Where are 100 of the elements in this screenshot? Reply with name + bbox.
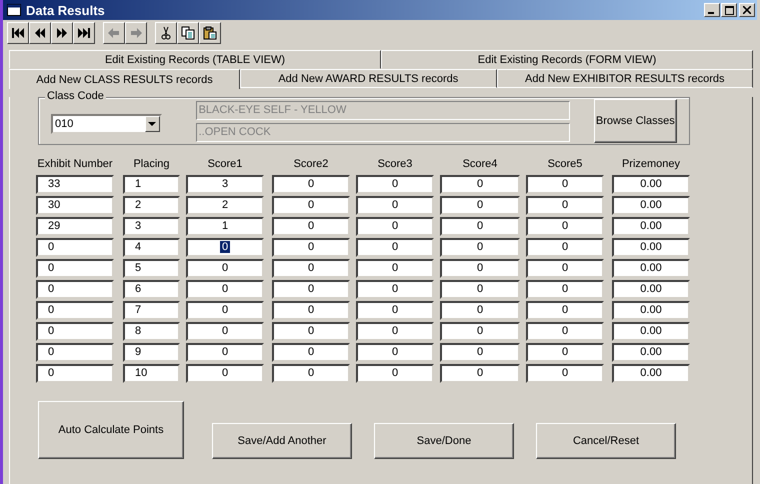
input-field[interactable]: 0 [526,175,604,194]
input-field[interactable]: 0 [526,238,604,257]
action-button[interactable]: Cancel/Reset [536,423,676,459]
input-field[interactable]: 0 [36,343,114,362]
input-field[interactable]: 0 [440,364,520,383]
input-field[interactable]: 2 [186,196,264,215]
input-field[interactable]: 1 [123,175,180,194]
class-code-dropdown[interactable]: 010 [51,114,162,134]
input-field[interactable]: 0 [356,259,434,278]
input-field[interactable]: 0 [272,259,350,278]
input-field[interactable]: 0 [36,322,114,341]
input-field[interactable]: 0 [186,343,264,362]
input-field[interactable]: 0.00 [612,196,690,215]
tab[interactable]: Add New AWARD RESULTS records [240,69,497,88]
input-field[interactable]: 3 [186,175,264,194]
auto-calculate-button[interactable]: Auto Calculate Points [38,401,184,459]
input-field[interactable]: 0 [36,280,114,299]
back-arrow-button[interactable] [103,22,125,44]
input-field[interactable]: 0 [356,364,434,383]
input-field[interactable]: 0 [526,217,604,236]
close-button[interactable] [739,3,755,17]
input-field[interactable]: 0 [440,301,520,320]
first-record-button[interactable] [7,22,29,44]
input-field[interactable]: 0 [526,322,604,341]
input-field[interactable]: 0 [356,175,434,194]
input-field[interactable]: 0.00 [612,217,690,236]
input-field[interactable]: 0 [186,280,264,299]
input-field[interactable]: 0 [272,238,350,257]
input-field[interactable]: 0 [272,217,350,236]
input-field[interactable]: 0 [36,259,114,278]
input-field[interactable]: 1 [186,217,264,236]
previous-record-button[interactable] [29,22,51,44]
tab[interactable]: Add New EXHIBITOR RESULTS records [496,69,753,88]
input-field[interactable]: 0 [272,301,350,320]
input-field[interactable]: 0 [526,343,604,362]
tab[interactable]: Edit Existing Records (FORM VIEW) [381,50,753,69]
input-field[interactable]: 0 [356,301,434,320]
input-field[interactable]: 0 [440,280,520,299]
input-field[interactable]: 5 [123,259,180,278]
action-button[interactable]: Save/Done [374,423,514,459]
input-field[interactable]: 0.00 [612,175,690,194]
input-field[interactable]: 0.00 [612,280,690,299]
input-field[interactable]: 0.00 [612,364,690,383]
minimize-button[interactable] [704,3,720,17]
tab[interactable]: Edit Existing Records (TABLE VIEW) [9,50,381,69]
input-field[interactable]: 0 [526,301,604,320]
input-field[interactable]: 0.00 [612,322,690,341]
input-field[interactable]: 7 [123,301,180,320]
input-field[interactable]: 6 [123,280,180,299]
input-field[interactable]: 9 [123,343,180,362]
input-field[interactable]: 0 [186,301,264,320]
input-field[interactable]: 0.00 [612,238,690,257]
input-field[interactable]: 0 [272,196,350,215]
input-field[interactable]: 3 [123,217,180,236]
input-field[interactable]: 0 [36,364,114,383]
paste-button[interactable] [199,22,221,44]
input-field[interactable]: 0 [356,196,434,215]
input-field[interactable]: 0 [186,238,264,257]
input-field[interactable]: 4 [123,238,180,257]
input-field[interactable]: 0 [440,322,520,341]
input-field[interactable]: 0 [356,238,434,257]
copy-button[interactable] [177,22,199,44]
input-field[interactable]: 0 [36,301,114,320]
input-field[interactable]: 0 [186,259,264,278]
input-field[interactable]: 2 [123,196,180,215]
input-field[interactable]: 29 [36,217,114,236]
input-field[interactable]: 8 [123,322,180,341]
forward-arrow-button[interactable] [125,22,147,44]
input-field[interactable]: 10 [123,364,180,383]
input-field[interactable]: 0 [356,280,434,299]
input-field[interactable]: 0.00 [612,259,690,278]
input-field[interactable]: 0 [186,322,264,341]
input-field[interactable]: 0 [272,322,350,341]
input-field[interactable]: 0 [440,238,520,257]
input-field[interactable]: 0 [440,175,520,194]
input-field[interactable]: 0 [440,196,520,215]
input-field[interactable]: 0 [440,259,520,278]
input-field[interactable]: 0 [356,343,434,362]
input-field[interactable]: 0 [272,364,350,383]
next-record-button[interactable] [51,22,73,44]
input-field[interactable]: 0 [526,364,604,383]
input-field[interactable]: 0 [356,217,434,236]
input-field[interactable]: 0 [526,280,604,299]
maximize-button[interactable] [721,3,737,17]
input-field[interactable]: 33 [36,175,114,194]
last-record-button[interactable] [73,22,95,44]
input-field[interactable]: 0 [440,217,520,236]
input-field[interactable]: 0 [36,238,114,257]
action-button[interactable]: Save/Add Another [212,423,352,459]
input-field[interactable]: 0.00 [612,343,690,362]
input-field[interactable]: 0 [440,343,520,362]
input-field[interactable]: 0 [526,259,604,278]
input-field[interactable]: 0 [356,322,434,341]
tab[interactable]: Add New CLASS RESULTS records [9,69,240,89]
input-field[interactable]: 0 [186,364,264,383]
input-field[interactable]: 0.00 [612,301,690,320]
input-field[interactable]: 0 [272,280,350,299]
input-field[interactable]: 0 [272,343,350,362]
cut-button[interactable] [155,22,177,44]
input-field[interactable]: 0 [526,196,604,215]
